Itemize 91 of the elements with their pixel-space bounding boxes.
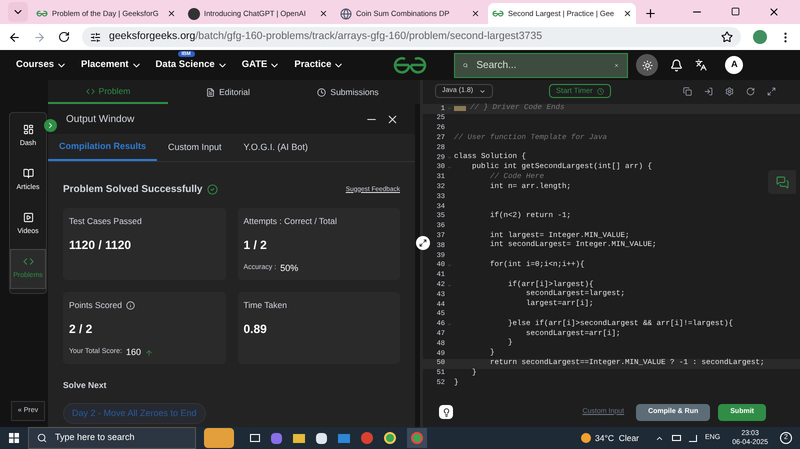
chat-bubbles-icon [776,176,788,188]
close-icon[interactable] [768,6,780,18]
theme-toggle-icon[interactable] [636,54,658,76]
stat-label: Test Cases Passed [69,215,142,228]
stat-value: 1120 / 1120 [69,236,132,254]
task-view-icon[interactable] [250,434,260,442]
problem-tab[interactable]: Editorial [168,80,288,104]
weather-text[interactable]: 34°C Clear [594,432,640,444]
bell-icon[interactable] [670,58,684,72]
nav-label: GATE [242,58,268,72]
folder-icon[interactable] [293,434,305,442]
chat-icon[interactable] [768,170,796,194]
weather-icon[interactable] [580,433,591,443]
tab-icon [206,88,216,96]
chevron-right-icon [46,121,55,130]
nav-menu[interactable]: Courses [16,58,68,72]
taskbar-search-input[interactable]: Type here to search [55,431,175,445]
close-icon[interactable] [319,9,328,18]
side-nav-icon [22,212,34,224]
output-tab[interactable]: Y.O.G.I. (AI Bot) [232,134,319,161]
browser-icon[interactable] [384,432,396,444]
forward-icon[interactable] [33,30,46,44]
search-field[interactable]: Search... [454,52,628,78]
stat-note-value: 50% [280,262,298,275]
theme-icon[interactable] [439,405,453,419]
resize-handle-icon[interactable] [416,236,430,250]
tab-list-icon[interactable] [8,2,28,22]
tab-icon [317,88,326,96]
arrows-icon [419,239,427,247]
close-icon[interactable] [623,9,632,18]
stat-value: 1 / 2 [244,236,268,254]
user-avatar[interactable]: A [725,56,744,74]
nav-label: Data Science [156,58,215,72]
import-icon[interactable] [704,86,713,96]
section-heading: Solve Next [63,379,108,392]
nav-menu[interactable]: Practice [294,58,344,72]
folded-code-marker-icon[interactable] [454,106,466,112]
nav-label: Practice [294,58,332,72]
circle-logo-icon [188,8,200,20]
side-nav-icon [22,124,34,136]
battery-icon[interactable] [672,435,682,441]
address-field[interactable]: geeksforgeeks.org/batch/gfg-160-problems/track/arrays-gfg-160/problem/second-largest3735 [82,27,741,47]
window-title: Output Window [66,112,134,126]
profile-avatar-icon[interactable] [753,30,767,44]
close-icon[interactable] [471,9,480,18]
stat-label: Points Scored [69,299,122,312]
output-tab[interactable]: Compilation Results [48,134,158,161]
close-icon[interactable] [386,112,399,126]
new-tab-icon[interactable] [644,7,657,20]
output-tab[interactable]: Custom Input [157,134,233,161]
close-icon[interactable] [167,9,176,18]
stat-label: Attempts : Correct / Total [244,215,337,228]
stat-label: Time Taken [244,299,287,312]
back-icon[interactable] [8,30,21,44]
logo-icon [36,10,48,17]
chevron-down-icon [479,88,486,94]
url-text: geeksforgeeks.org/batch/gfg-160-problems/track/arrays-gfg-160/problem/second-largest3735 [109,29,542,44]
reset-icon[interactable] [746,86,755,96]
bulb-icon [442,408,450,416]
clock-icon [596,88,604,94]
logo-icon [492,10,504,17]
nav-label: Placement [81,58,129,72]
browser-logo-icon [411,432,423,444]
settings-icon[interactable] [725,86,734,96]
stat-value: 0.89 [244,320,268,338]
nav-label: Courses [16,58,54,72]
office-app-icon[interactable] [361,432,373,444]
tab-icon [86,86,95,96]
bookmark-star-icon[interactable] [721,31,733,43]
translate-icon[interactable] [695,59,708,71]
problem-tab[interactable]: Submissions [288,80,408,104]
check-icon [206,184,218,195]
search-icon [37,433,47,443]
nav-menu[interactable]: Placement [81,58,142,72]
globe-icon [340,8,352,20]
sun-icon [642,60,653,70]
side-nav-icon [22,256,34,268]
fullscreen-icon[interactable] [767,86,776,96]
side-nav-icon [22,168,34,180]
restore-icon[interactable] [731,7,740,16]
copy-icon[interactable] [683,86,692,96]
windows-logo-icon [9,433,19,443]
taskbar-search-field[interactable]: Type here to search [28,427,196,449]
status-heading: Problem Solved Successfully [63,183,202,197]
stat-note-value: 160 [126,346,141,359]
nav-menu[interactable]: GATE [242,58,280,72]
stat-value: 2 / 2 [69,320,94,338]
reload-icon[interactable] [58,31,70,43]
site-settings-icon[interactable] [90,32,101,42]
gfg-logo-icon [392,56,428,74]
search-input[interactable]: Search... [476,58,606,72]
